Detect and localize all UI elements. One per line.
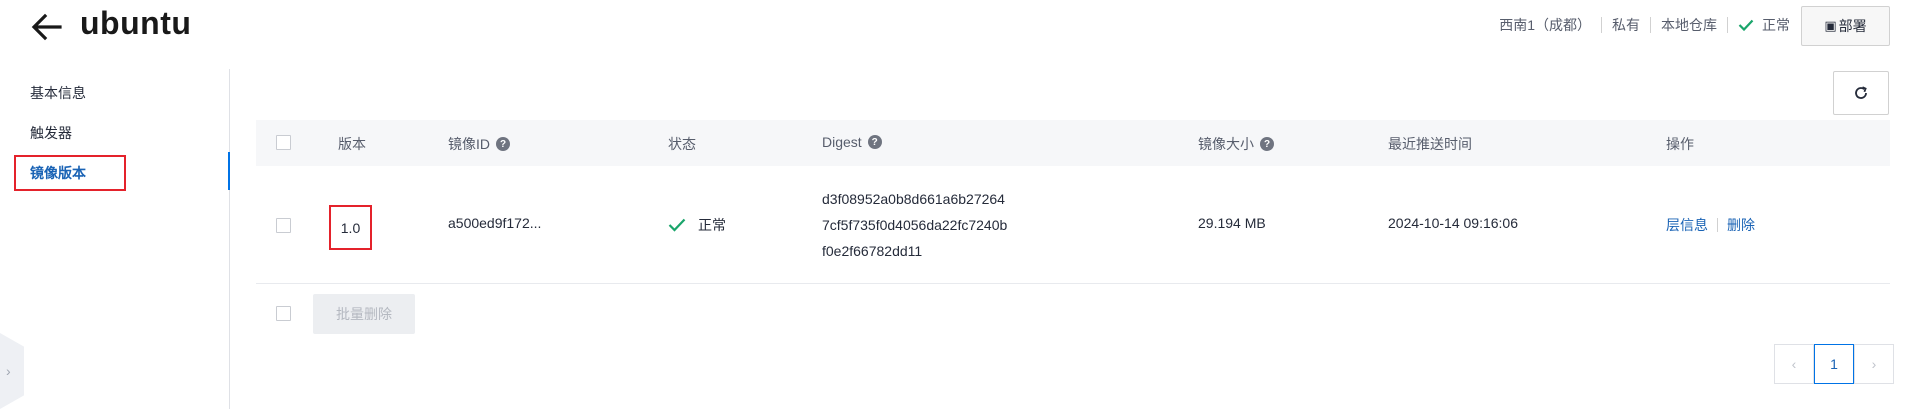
- chevron-right-icon: ›: [6, 363, 11, 379]
- column-image-id-label: 镜像ID: [448, 136, 490, 152]
- version-highlight: 1.0: [329, 205, 372, 250]
- active-indicator: [228, 152, 230, 190]
- column-size: 镜像大小?: [1198, 134, 1274, 154]
- column-digest-label: Digest: [822, 134, 862, 150]
- digest-line: 7cf5f735f0d4056da22fc7240b: [822, 217, 1008, 233]
- row-digest: d3f08952a0b8d661a6b27264 7cf5f735f0d4056…: [822, 186, 1007, 264]
- column-status: 状态: [668, 136, 696, 152]
- table-header: 版本 镜像ID? 状态 Digest? 镜像大小? 最近推送时间 操作: [256, 120, 1890, 166]
- row-actions: 层信息 删除: [1666, 215, 1755, 235]
- bulk-delete-button[interactable]: 批量删除: [313, 294, 415, 334]
- row-status-label: 正常: [698, 217, 726, 233]
- page-button-current[interactable]: 1: [1814, 344, 1854, 384]
- deploy-button[interactable]: ▣ 部署: [1801, 6, 1890, 46]
- check-icon: [1738, 19, 1754, 32]
- select-all-checkbox[interactable]: [276, 135, 291, 150]
- refresh-icon: [1855, 86, 1867, 99]
- digest-line: f0e2f66782dd11: [822, 243, 923, 259]
- help-icon[interactable]: ?: [867, 135, 882, 149]
- column-version: 版本: [338, 136, 366, 152]
- divider: [1650, 17, 1651, 33]
- active-item-highlight: [14, 155, 126, 191]
- page-title: ubuntu: [80, 5, 192, 41]
- back-arrow-icon[interactable]: [30, 12, 64, 42]
- bulk-select-checkbox[interactable]: [276, 306, 291, 321]
- divider: [1717, 218, 1718, 232]
- bulk-actions-bar: 批量删除: [256, 284, 1890, 340]
- refresh-button[interactable]: [1833, 71, 1889, 115]
- sidebar-item-triggers[interactable]: 触发器: [30, 123, 72, 143]
- row-version: 1.0: [340, 219, 361, 236]
- repo-meta: 西南1（成都） 私有 本地仓库 正常: [1499, 14, 1790, 36]
- image-versions-table: 版本 镜像ID? 状态 Digest? 镜像大小? 最近推送时间 操作 1.0 …: [256, 120, 1890, 340]
- sidebar: 基本信息 触发器 镜像版本: [0, 69, 230, 409]
- check-icon: [668, 218, 686, 232]
- row-image-id: a500ed9f172...: [448, 215, 542, 231]
- digest-line: d3f08952a0b8d661a6b27264: [822, 191, 1005, 207]
- row-pushed-at: 2024-10-14 09:16:06: [1388, 215, 1518, 231]
- column-image-id: 镜像ID?: [448, 134, 510, 154]
- deploy-button-label: 部署: [1838, 18, 1867, 34]
- chevron-left-icon: ‹: [1791, 356, 1797, 372]
- layer-info-link[interactable]: 层信息: [1666, 217, 1708, 233]
- help-icon[interactable]: ?: [1260, 137, 1274, 151]
- pagination: ‹ 1 ›: [1774, 344, 1894, 384]
- cube-icon: ▣: [1824, 18, 1837, 33]
- column-pushed-at: 最近推送时间: [1388, 136, 1472, 152]
- table-row: 1.0 a500ed9f172... 正常 d3f08952a0b8d661a6…: [256, 166, 1890, 284]
- divider: [1727, 17, 1728, 33]
- region-label: 西南1（成都）: [1499, 17, 1591, 33]
- delete-link[interactable]: 删除: [1727, 217, 1755, 233]
- column-size-label: 镜像大小: [1198, 136, 1254, 152]
- next-page-button[interactable]: ›: [1854, 344, 1894, 384]
- visibility-label: 私有: [1612, 17, 1640, 33]
- sidebar-item-basic-info[interactable]: 基本信息: [30, 83, 86, 103]
- repo-type-label: 本地仓库: [1661, 17, 1717, 33]
- row-checkbox[interactable]: [276, 218, 291, 233]
- row-size: 29.194 MB: [1198, 215, 1266, 231]
- prev-page-button[interactable]: ‹: [1774, 344, 1814, 384]
- column-digest: Digest?: [822, 134, 882, 150]
- chevron-right-icon: ›: [1871, 356, 1877, 372]
- column-actions: 操作: [1666, 136, 1694, 152]
- row-status: 正常: [668, 215, 726, 235]
- divider: [1601, 17, 1602, 33]
- repo-status-label: 正常: [1762, 17, 1790, 33]
- repo-status: 正常: [1738, 15, 1790, 35]
- help-icon[interactable]: ?: [496, 137, 510, 151]
